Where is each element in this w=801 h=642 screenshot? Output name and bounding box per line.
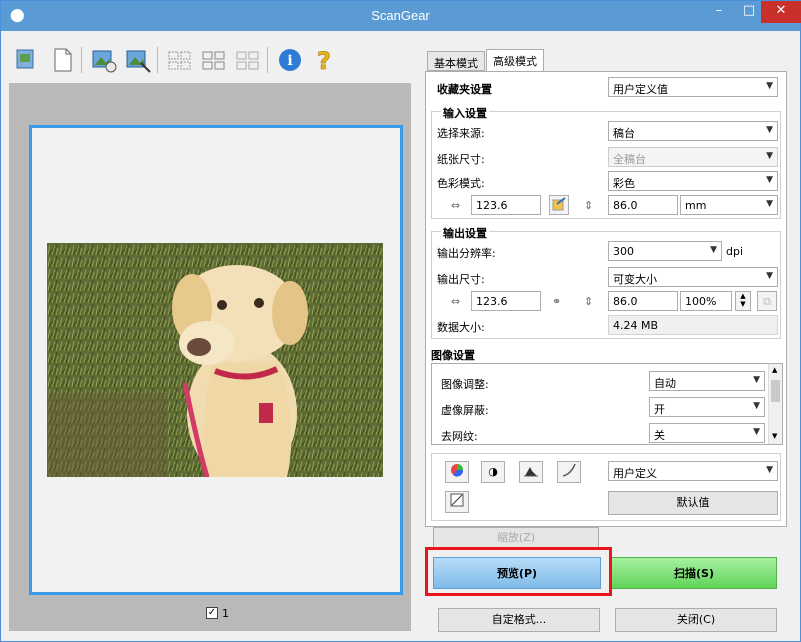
scroll-up-icon: ▲ (772, 366, 778, 374)
output-width-field[interactable]: 123.6 (471, 291, 541, 311)
unsharp-mask-label: 虚像屏蔽: (441, 404, 489, 417)
scangear-window: ⬤ ScanGear – □ ✕ i ? ✓ 1 基本模式 高级模式 收藏夹设置… (0, 0, 801, 642)
chevron-down-icon: ▼ (766, 81, 773, 91)
chevron-down-icon: ▼ (753, 401, 760, 411)
defaults-button[interactable]: 默认值 (608, 491, 778, 515)
scroll-down-icon: ▼ (772, 432, 778, 440)
chevron-down-icon: ▼ (766, 151, 773, 161)
chevron-down-icon: ▼ (753, 427, 760, 437)
title-bar[interactable]: ⬤ ScanGear – □ ✕ (1, 1, 801, 31)
unsharp-mask-select[interactable]: 开 ▼ (649, 397, 765, 417)
height-icon: ⇕ (584, 199, 594, 212)
descreen-select[interactable]: 关 ▼ (649, 423, 765, 443)
output-resolution-select[interactable]: 300 ▼ (608, 241, 722, 261)
help-icon[interactable]: ? (309, 45, 339, 76)
chevron-down-icon: ▼ (766, 199, 773, 209)
data-size-label: 数据大小: (437, 321, 485, 334)
zoom-button: 缩放(Z) (433, 527, 599, 549)
resolution-unit: dpi (726, 245, 744, 258)
input-width-field[interactable]: 123.6 (471, 195, 541, 215)
link-icon[interactable]: ⚭ (552, 295, 561, 308)
layout-grid-2-icon[interactable] (199, 45, 229, 75)
close-button[interactable]: 关闭(C) (615, 608, 777, 632)
image-adjust-label: 图像调整: (441, 378, 489, 391)
swap-aspect-icon[interactable] (549, 195, 569, 215)
select-source-label: 选择来源: (437, 127, 485, 140)
color-balance-icon[interactable] (445, 461, 469, 483)
scale-stepper[interactable]: ▲ ▼ (735, 291, 751, 311)
color-mode-select[interactable]: 彩色 ▼ (608, 171, 778, 191)
brightness-contrast-icon[interactable]: ◑ (481, 461, 505, 483)
thumbnail-view-icon[interactable] (11, 45, 41, 75)
manual-crop-icon[interactable] (123, 45, 153, 75)
preview-highlight-frame (425, 547, 612, 596)
color-preset-select[interactable]: 用户定义 ▼ (608, 461, 778, 481)
chevron-down-icon: ▼ (766, 125, 773, 135)
chevron-down-icon: ▼ (766, 271, 773, 281)
image-adjust-select[interactable]: 自动 ▼ (649, 371, 765, 391)
color-mode-label: 色彩模式: (437, 177, 485, 190)
svg-text:i: i (287, 53, 292, 69)
final-review-icon[interactable] (445, 491, 469, 513)
input-height-field[interactable]: 86.0 (608, 195, 678, 215)
auto-crop-icon[interactable] (89, 45, 119, 75)
output-size-select[interactable]: 可变大小 ▼ (608, 267, 778, 287)
output-settings-header: 输出设置 (441, 225, 489, 241)
favorites-label: 收藏夹设置 (437, 83, 492, 96)
data-size-value: 4.24 MB (608, 315, 778, 335)
custom-format-button[interactable]: 自定格式... (438, 608, 600, 632)
tab-advanced-mode[interactable]: 高级模式 (486, 49, 544, 71)
unit-select[interactable]: mm ▼ (680, 195, 778, 215)
minimize-button[interactable]: – (704, 1, 734, 23)
width-icon: ⇔ (451, 199, 461, 212)
input-settings-header: 输入设置 (441, 105, 489, 121)
chevron-down-icon: ▼ (766, 465, 773, 475)
window-title: ScanGear (371, 8, 430, 23)
height-icon: ⇕ (584, 295, 594, 308)
output-height-field[interactable]: 86.0 (608, 291, 678, 311)
scale-field[interactable]: 100% (680, 291, 732, 311)
info-icon[interactable]: i (275, 45, 305, 75)
tone-curve-icon[interactable] (557, 461, 581, 483)
chevron-down-icon: ▼ (766, 175, 773, 185)
paper-size-select: 全稿台 ▼ (608, 147, 778, 167)
preview-image[interactable] (47, 243, 383, 477)
paper-size-label: 纸张尺寸: (437, 153, 485, 166)
svg-text:?: ? (317, 47, 331, 75)
histogram-icon[interactable] (519, 461, 543, 483)
width-icon: ⇔ (451, 295, 461, 308)
output-resolution-label: 输出分辨率: (437, 247, 496, 260)
thumbnail-checkbox[interactable]: ✓ (206, 606, 218, 619)
maximize-button[interactable]: □ (734, 1, 764, 23)
add-size-icon: ⧉ (757, 291, 777, 311)
select-source-select[interactable]: 稿台 ▼ (608, 121, 778, 141)
whole-image-icon[interactable] (47, 45, 77, 75)
image-settings-scrollbar[interactable]: ▲ ▼ (768, 364, 782, 444)
layout-grid-3-icon[interactable] (233, 45, 263, 75)
toolbar: i ? (9, 41, 409, 81)
scan-button[interactable]: 扫描(S) (611, 557, 777, 589)
chevron-down-icon: ▼ (710, 245, 717, 255)
image-settings-header: 图像设置 (431, 349, 475, 362)
thumbnail-number: 1 (222, 607, 229, 620)
tab-basic-mode[interactable]: 基本模式 (427, 51, 485, 71)
close-window-button[interactable]: ✕ (761, 1, 801, 23)
favorites-select[interactable]: 用户定义值 ▼ (608, 77, 778, 97)
layout-grid-1-icon[interactable] (165, 45, 195, 75)
output-size-label: 输出尺寸: (437, 273, 485, 286)
chevron-down-icon: ▼ (753, 375, 760, 385)
descreen-label: 去网纹: (441, 430, 478, 443)
